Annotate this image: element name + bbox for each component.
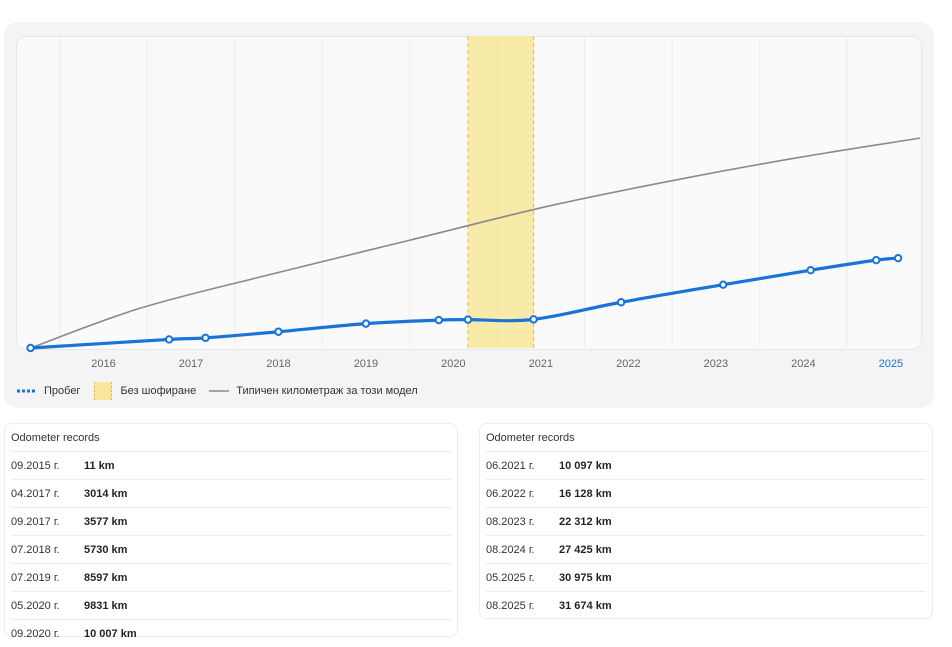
record-km: 5730 km <box>84 543 128 556</box>
no-driving-band <box>468 36 534 348</box>
legend-item-typical[interactable]: Типичен километраж за този модел <box>208 385 418 397</box>
record-date: 06.2022 г. <box>486 487 535 500</box>
mileage-point-2020-05 <box>434 315 444 325</box>
mileage-point-2025-08 <box>893 253 903 263</box>
mileage-point-2022-06 <box>616 298 626 307</box>
record-km: 27 425 km <box>559 543 612 556</box>
record-km: 31 674 km <box>559 599 612 612</box>
record-km: 3577 km <box>84 515 128 528</box>
odometer-record-row: 07.2018 г. 5730 km <box>11 535 451 563</box>
odometer-records-title: Odometer records <box>486 432 575 444</box>
odometer-record-row: 09.2020 г. 10 007 km <box>11 619 451 647</box>
legend-label-mileage: Пробег <box>44 385 81 397</box>
typical-legend-swatch <box>209 390 230 392</box>
record-km: 11 km <box>84 459 115 472</box>
x-tick-2024: 2024 <box>791 358 815 370</box>
mileage-point-2020-09 <box>463 315 473 324</box>
odometer-record-row: 08.2023 г. 22 312 km <box>486 507 926 535</box>
mileage-point-2017-04 <box>164 335 174 344</box>
record-date: 04.2017 г. <box>11 487 60 500</box>
mileage-point-2018-07 <box>274 327 283 336</box>
odometer-record-row: 07.2019 г. 8597 km <box>11 563 451 591</box>
mileage-point-2019-07 <box>361 319 371 328</box>
x-tick-2017: 2017 <box>179 358 203 370</box>
odometer-record-row: 09.2017 г. 3577 km <box>11 507 451 535</box>
record-km: 10 097 km <box>559 459 612 472</box>
mileage-point-2024-08 <box>806 266 815 275</box>
record-date: 05.2025 г. <box>486 571 535 584</box>
mileage-point-2023-08 <box>718 280 728 289</box>
odometer-record-row: 05.2025 г. 30 975 km <box>486 563 926 591</box>
legend-label-typical: Типичен километраж за този модел <box>236 385 418 397</box>
mileage-point-2015-09 <box>26 343 35 353</box>
odometer-record-row: 04.2017 г. 3014 km <box>11 479 451 507</box>
legend-label-no-driving: Без шофиране <box>120 385 197 397</box>
x-tick-2021: 2021 <box>529 358 553 370</box>
odometer-records-right: Odometer records 06.2021 г. 10 097 km 06.2… <box>479 423 933 619</box>
odometer-record-row: 08.2025 г. 31 674 km <box>486 591 926 619</box>
chart-legend: Пробег Без шофиране Типичен километраж з… <box>16 380 430 402</box>
record-km: 8597 km <box>84 571 128 584</box>
x-tick-2022: 2022 <box>616 358 640 370</box>
record-km: 16 128 km <box>559 487 612 500</box>
record-date: 08.2025 г. <box>486 599 535 612</box>
x-tick-2016: 2016 <box>91 358 115 370</box>
record-km: 10 007 km <box>84 627 137 640</box>
mileage-point-2021-06 <box>529 315 538 324</box>
record-km: 22 312 km <box>559 515 612 528</box>
mileage-chart: 2016 2017 2018 2019 2020 2021 2022 2023 2024 2025 <box>26 36 921 370</box>
record-date: 09.2017 г. <box>11 515 60 528</box>
record-km: 3014 km <box>84 487 128 500</box>
no-driving-legend-swatch <box>94 382 113 400</box>
record-date: 05.2020 г. <box>11 599 60 612</box>
record-date: 07.2019 г. <box>11 571 60 584</box>
record-date: 09.2015 г. <box>11 459 60 472</box>
record-km: 30 975 km <box>559 571 612 584</box>
mileage-point-2025-05 <box>872 255 881 265</box>
x-tick-2018: 2018 <box>266 358 290 370</box>
odometer-record-row: 08.2024 г. 27 425 km <box>486 535 926 563</box>
record-date: 08.2023 г. <box>486 515 535 528</box>
x-tick-2023: 2023 <box>704 358 728 370</box>
record-km: 9831 km <box>84 599 128 612</box>
odometer-record-row: 06.2021 г. 10 097 km <box>486 451 926 479</box>
x-tick-2019: 2019 <box>354 358 378 370</box>
mileage-point-2017-09 <box>201 333 210 343</box>
record-date: 08.2024 г. <box>486 543 535 556</box>
x-tick-2020: 2020 <box>441 358 465 370</box>
legend-item-mileage[interactable]: Пробег <box>16 385 80 397</box>
record-date: 09.2020 г. <box>11 627 60 640</box>
odometer-record-row: 09.2015 г. 11 km <box>11 451 451 479</box>
record-date: 07.2018 г. <box>11 543 60 556</box>
mileage-legend-swatch <box>17 389 37 393</box>
legend-item-no-driving[interactable]: Без шофиране <box>92 381 196 401</box>
odometer-record-row: 06.2022 г. 16 128 km <box>486 479 926 507</box>
odometer-records-left: Odometer records 09.2015 г. 11 km 04.2017 … <box>4 423 458 640</box>
record-date: 06.2021 г. <box>486 459 535 472</box>
x-tick-2025: 2025 <box>879 358 903 370</box>
odometer-record-row: 05.2020 г. 9831 km <box>11 591 451 619</box>
odometer-records-title: Odometer records <box>11 432 100 444</box>
